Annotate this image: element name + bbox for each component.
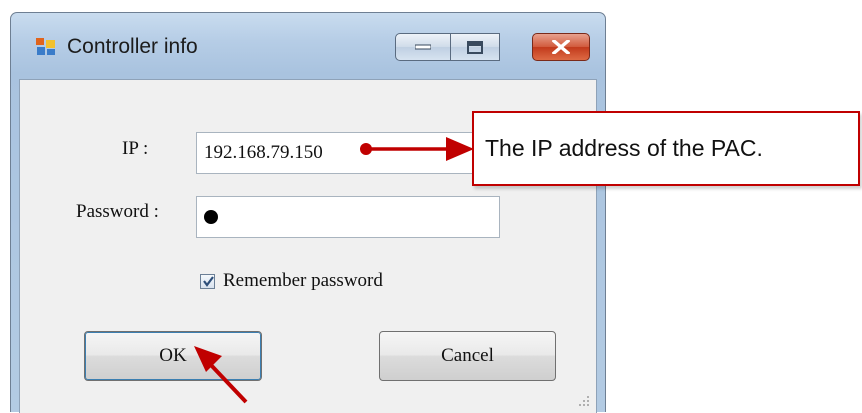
ip-input[interactable]: 192.168.79.150 <box>196 132 496 174</box>
ip-callout: The IP address of the PAC. <box>472 111 860 186</box>
remember-password-option[interactable]: Remember password <box>200 270 383 292</box>
close-icon <box>552 40 570 54</box>
resize-grip-icon[interactable] <box>578 395 590 407</box>
checkmark-icon <box>203 275 214 287</box>
title-bar[interactable]: Controller info <box>11 13 605 75</box>
dialog-window: Controller info IP : 192.168.79.150 Pass… <box>10 12 606 413</box>
minimize-icon <box>415 44 431 50</box>
cancel-button[interactable]: Cancel <box>379 331 556 381</box>
password-label: Password : <box>76 201 159 222</box>
remember-password-checkbox[interactable] <box>200 273 215 289</box>
app-icon <box>36 38 55 55</box>
password-mask-dot <box>204 210 218 224</box>
minimize-button[interactable] <box>395 33 451 61</box>
maximize-button[interactable] <box>450 33 500 61</box>
ok-button[interactable]: OK <box>84 331 262 381</box>
ip-label: IP : <box>122 138 149 159</box>
close-button[interactable] <box>532 33 590 61</box>
maximize-icon <box>467 40 483 54</box>
window-title: Controller info <box>67 35 198 58</box>
password-input[interactable] <box>196 196 500 238</box>
remember-password-label: Remember password <box>223 270 383 291</box>
